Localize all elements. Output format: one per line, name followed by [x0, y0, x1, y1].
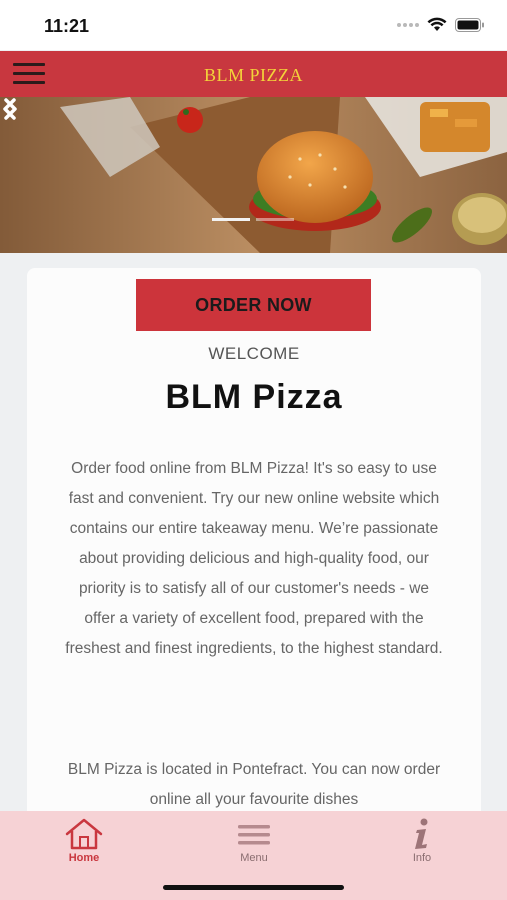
- welcome-heading: WELCOME: [208, 344, 300, 363]
- carousel-indicator: [212, 218, 294, 221]
- battery-icon: [455, 17, 484, 32]
- brand-title: BLM Pizza: [165, 378, 343, 416]
- carousel-dot[interactable]: [256, 218, 294, 221]
- intro-paragraph: Order food online from BLM Pizza! It's s…: [65, 460, 443, 657]
- tab-menu[interactable]: Menu: [214, 817, 294, 864]
- tab-info-label: Info: [412, 852, 432, 864]
- wifi-icon: [427, 17, 447, 31]
- carousel-dot-active[interactable]: [212, 218, 250, 221]
- hero-food-image: [0, 97, 507, 253]
- tab-home[interactable]: Home: [44, 817, 124, 864]
- info-icon: [415, 818, 428, 849]
- tab-menu-label: Menu: [240, 852, 268, 864]
- home-icon: [65, 818, 103, 850]
- cellular-signal-icon: [397, 22, 419, 27]
- carousel-next-button[interactable]: [0, 97, 20, 121]
- tab-info[interactable]: Info: [382, 817, 462, 864]
- status-time: 11:21: [44, 16, 90, 36]
- order-now-button[interactable]: ORDER NOW: [136, 279, 371, 331]
- menu-lines-icon: [238, 825, 270, 845]
- status-bar: 11:21: [0, 0, 507, 50]
- status-icons: [397, 17, 485, 32]
- home-indicator: [163, 885, 344, 890]
- location-paragraph: BLM Pizza is located in Pontefract. You …: [67, 761, 441, 808]
- app-title: BLM PIZZA: [204, 65, 303, 85]
- welcome-card: ORDER NOW WELCOME BLM Pizza Order food o…: [27, 268, 481, 828]
- hero-carousel[interactable]: [0, 97, 507, 253]
- app-header: BLM PIZZA: [0, 51, 507, 97]
- tab-home-label: Home: [68, 852, 100, 864]
